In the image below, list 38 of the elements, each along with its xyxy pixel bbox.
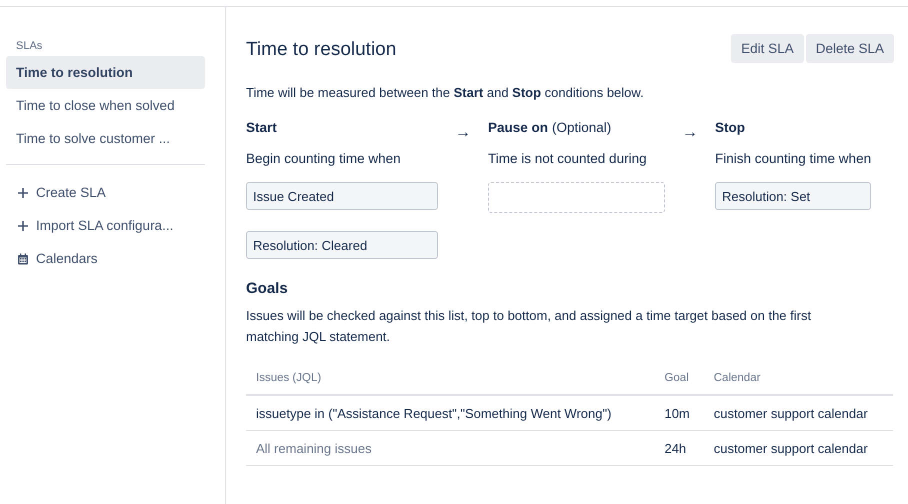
condition-chip[interactable]: Resolution: Set	[715, 182, 872, 210]
page-title: Time to resolution	[246, 39, 396, 61]
sidebar-item[interactable]: Time to resolution	[6, 56, 205, 89]
sidebar-link[interactable]: Calendars	[36, 251, 98, 266]
sidebar-item[interactable]: Time to solve customer ...	[6, 122, 205, 155]
column-header: Calendar	[704, 372, 893, 395]
arrow-glyph: →	[681, 124, 699, 142]
table-cell: customer support calendar	[704, 430, 893, 466]
condition-title: Pause on	[488, 120, 548, 135]
plus-icon	[17, 220, 29, 232]
table-cell: customer support calendar	[704, 395, 893, 430]
condition-note: (Optional)	[552, 120, 612, 135]
condition-description: Finish counting time when	[715, 151, 872, 166]
condition-chip[interactable]: Issue Created	[246, 182, 438, 210]
table-cell: 10m	[654, 395, 704, 430]
calendar-icon	[17, 252, 29, 264]
empty-drop-zone[interactable]	[488, 182, 665, 213]
table-cell: 24h	[654, 430, 704, 466]
condition-title: Start	[246, 120, 277, 135]
sla-button[interactable]: Edit SLA	[731, 34, 804, 63]
column-header: Goal	[654, 372, 704, 395]
sidebar-link[interactable]: Import SLA configura...	[36, 218, 174, 233]
condition-description: Time is not counted during	[488, 151, 648, 166]
sidebar-item[interactable]: Time to close when solved	[6, 89, 205, 122]
goals-description: Issues will be checked against this list, top to bottom, and assigned a time target based on the first matching JQL statement.	[246, 307, 812, 346]
sidebar-heading: SLAs	[15, 40, 44, 52]
table-cell: All remaining issues	[246, 430, 654, 466]
table-cell: issuetype in ("Assistance Request","Something Went Wrong")	[246, 395, 654, 430]
condition-chip[interactable]: Resolution: Cleared	[246, 231, 438, 259]
column-header: Issues (JQL)	[246, 372, 654, 395]
arrow-glyph: →	[454, 124, 472, 142]
intro-text: Time will be measured between the Start and Stop conditions below.	[246, 85, 645, 100]
plus-icon	[17, 186, 29, 198]
condition-description: Begin counting time when	[246, 151, 402, 166]
sidebar-link[interactable]: Create SLA	[36, 185, 106, 200]
condition-title: Stop	[715, 120, 745, 135]
section-title: Goals	[246, 280, 289, 297]
sla-button[interactable]: Delete SLA	[806, 34, 894, 63]
